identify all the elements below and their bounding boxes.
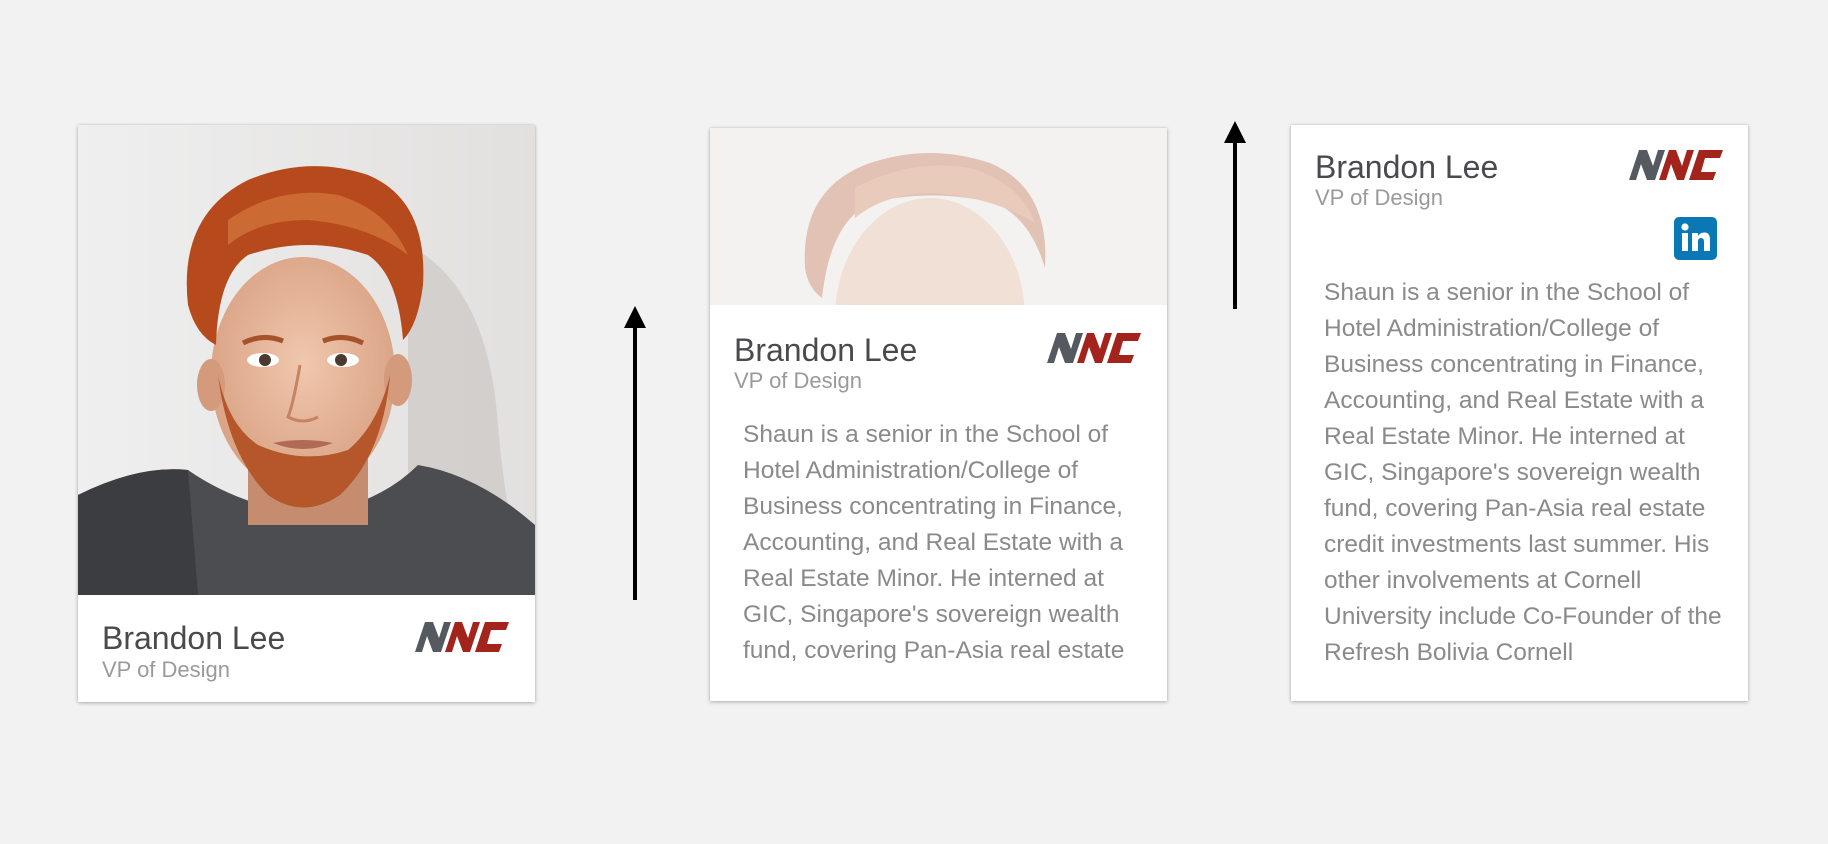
member-bio: Shaun is a senior in the School of Hotel…	[743, 421, 1125, 664]
profile-photo-faded	[710, 128, 1167, 305]
linkedin-icon[interactable]	[1674, 217, 1717, 260]
profile-photo	[78, 125, 535, 595]
profile-card-bio[interactable]: Brandon Lee VP of Design Shaun is a seni…	[1291, 125, 1748, 701]
ncc-logo-icon	[1629, 150, 1723, 180]
member-title: VP of Design	[734, 368, 863, 393]
up-arrow-icon	[1224, 121, 1246, 309]
profile-card-transition[interactable]: Brandon Lee VP of Design Shaun is a seni…	[710, 128, 1167, 701]
ncc-logo-icon	[415, 622, 509, 652]
member-title: VP of Design	[102, 657, 231, 682]
member-name: Brandon Lee	[1315, 149, 1499, 185]
member-name: Brandon Lee	[102, 620, 286, 656]
member-bio: Shaun is a senior in the School of Hotel…	[1324, 279, 1722, 666]
profile-card-photo[interactable]: Brandon Lee VP of Design	[78, 125, 535, 702]
up-arrow-icon	[624, 306, 646, 600]
member-title: VP of Design	[1315, 185, 1444, 210]
member-name: Brandon Lee	[734, 332, 918, 368]
ncc-logo-icon	[1047, 333, 1141, 363]
